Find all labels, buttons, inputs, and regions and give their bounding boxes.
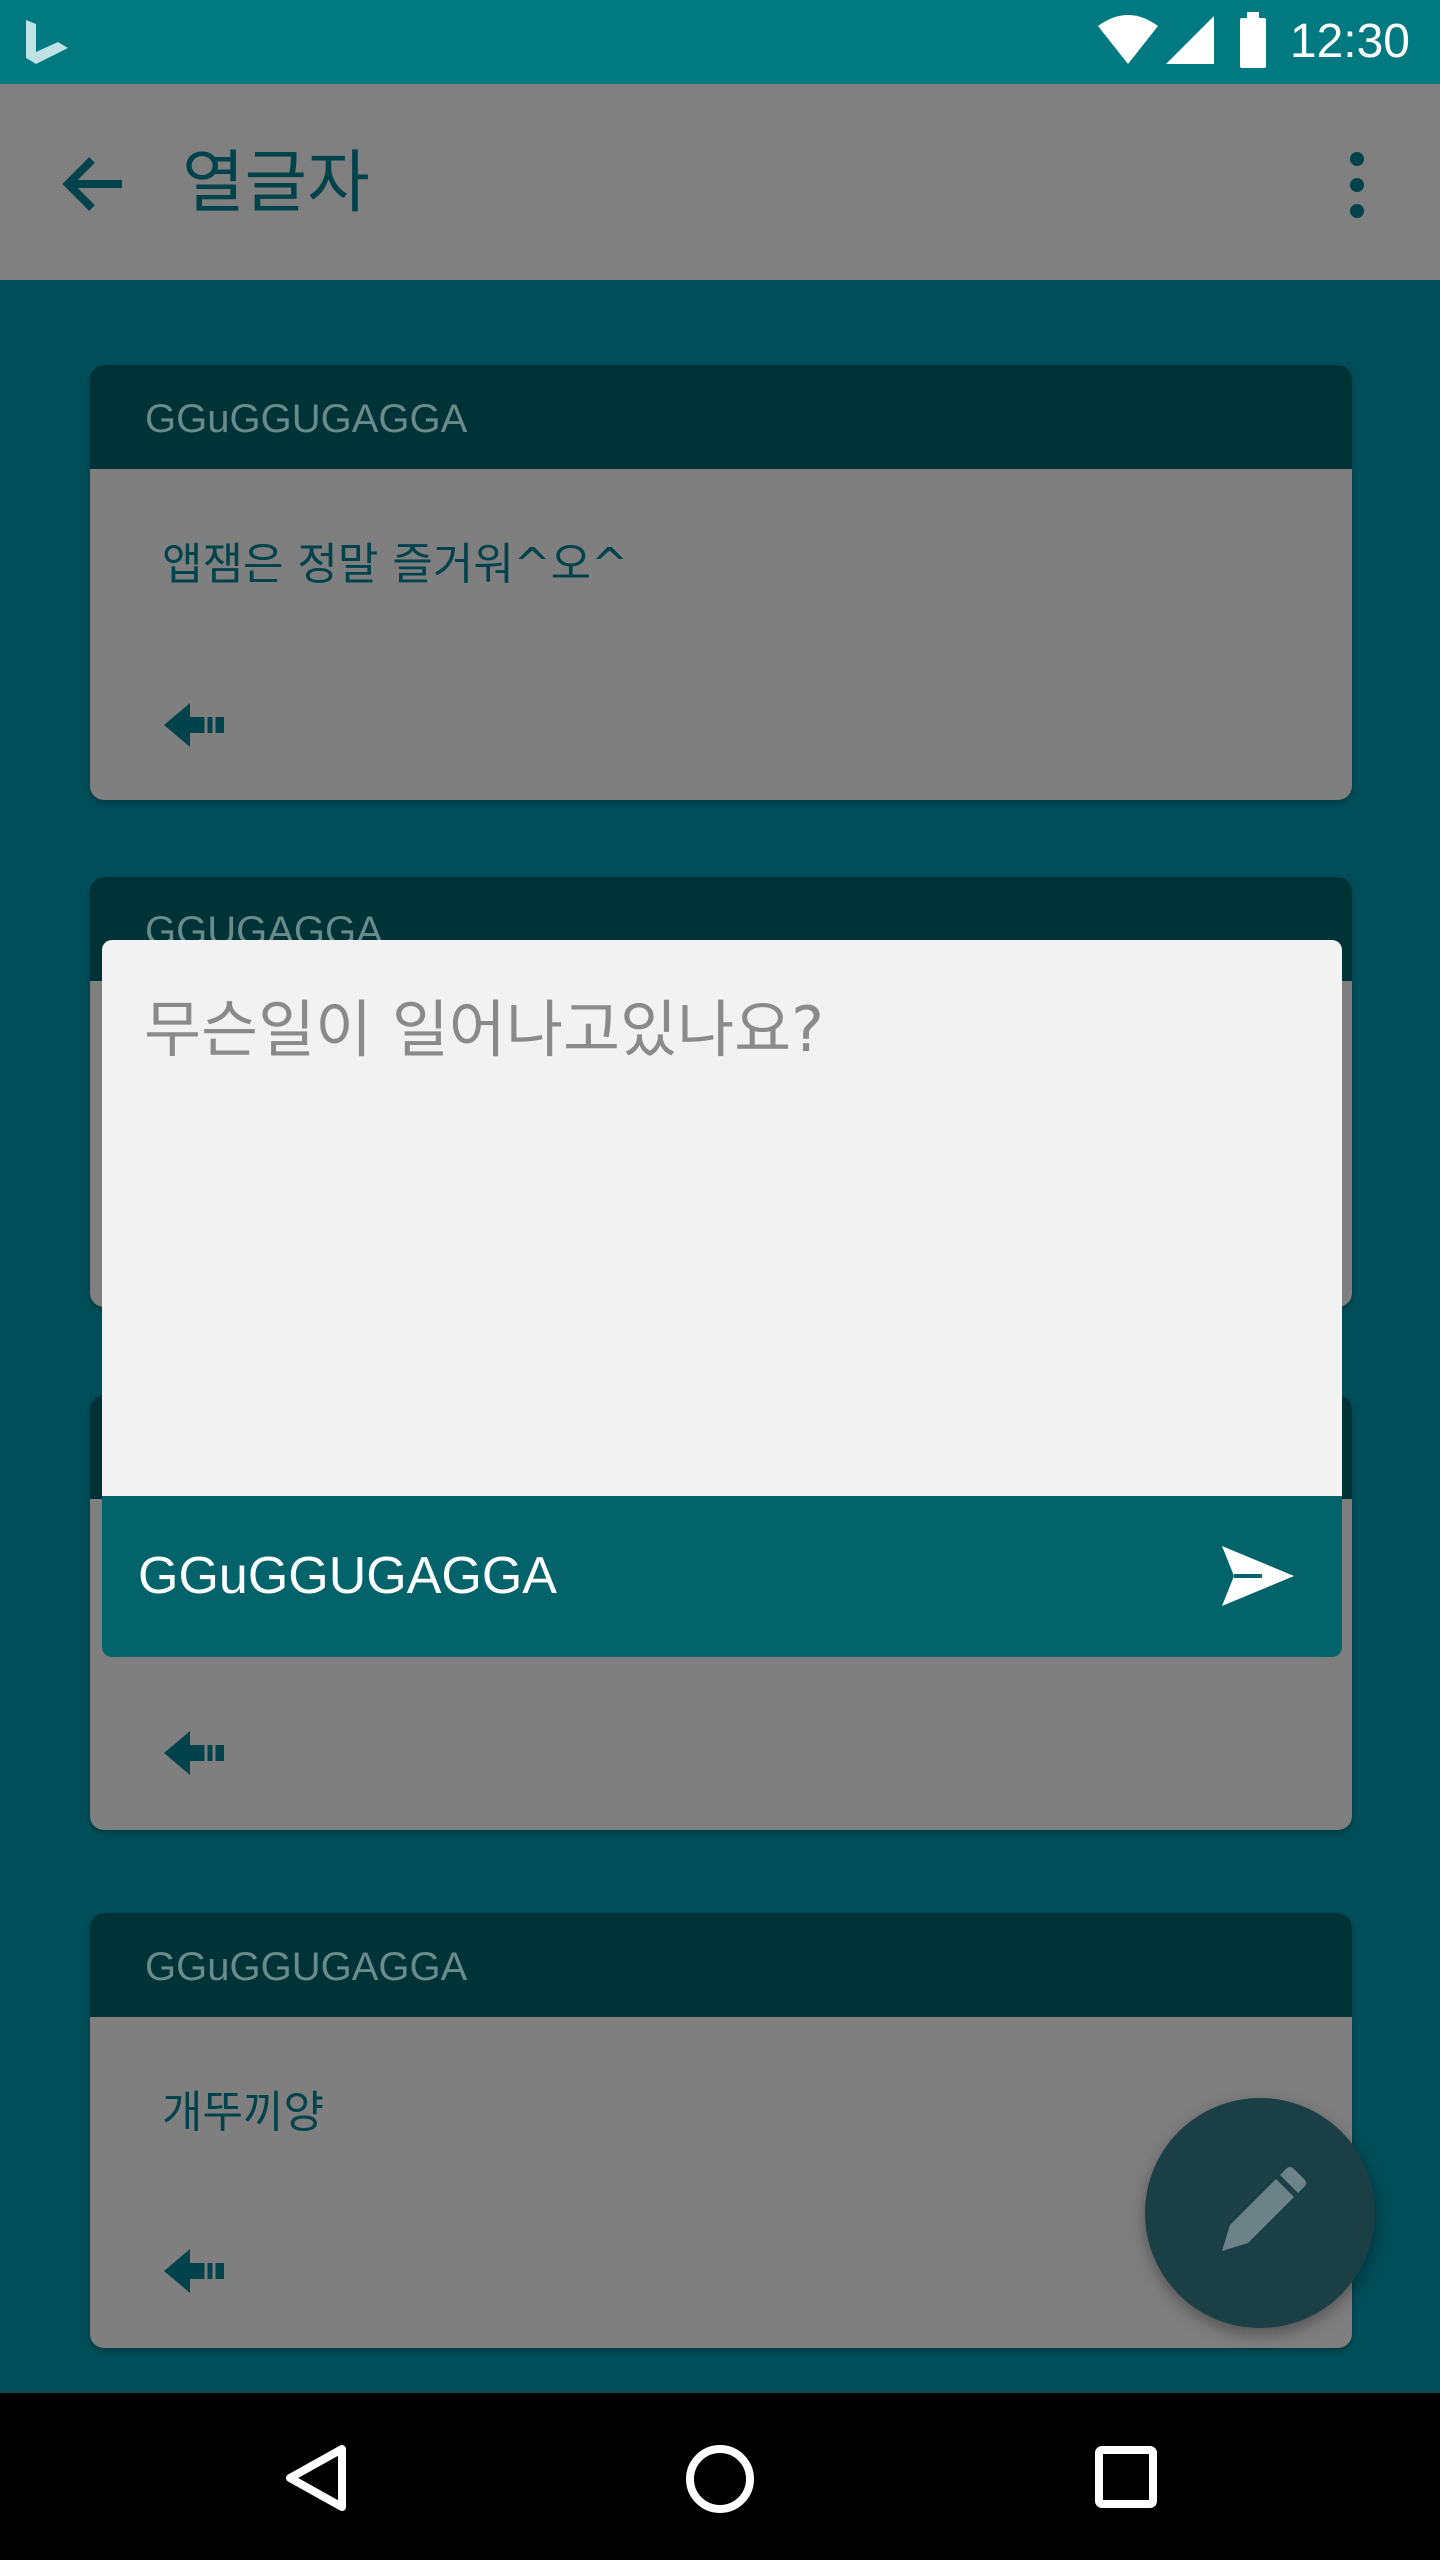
status-time: 12:30 [1289,15,1410,68]
signal-icon [1166,16,1214,64]
arrow-back-icon[interactable] [58,148,130,220]
post-text: 개뚜끼양 [162,2087,324,2138]
compose-input[interactable]: 무슨일이 일어나고있나요? [102,940,1342,1496]
post-author: GGuGGUGAGGA [145,397,468,441]
system-nav-bar [0,2390,1440,2560]
compose-footer: GGuGGUGAGGA [102,1496,1342,1657]
pencil-icon [1222,2167,1306,2251]
compose-fab-button[interactable] [1145,2098,1375,2328]
compose-dialog: 무슨일이 일어나고있나요? GGuGGUGAGGA [102,940,1342,1657]
status-bar: 12:30 [0,0,1440,84]
post-header: GGuGGUGAGGA [90,365,1352,469]
compose-placeholder: 무슨일이 일어나고있나요? [144,993,825,1066]
post-card: GGuGGUGAGGA 개뚜끼양 [90,1913,1352,2348]
recents-square-icon[interactable] [1094,2445,1158,2509]
reply-icon[interactable] [160,695,230,755]
reply-icon[interactable] [160,1723,230,1783]
post-text: 앱잼은 정말 즐거워^오^ [162,539,629,590]
compose-username: GGuGGUGAGGA [138,1547,557,1605]
send-icon[interactable] [1212,1536,1302,1616]
back-triangle-icon[interactable] [282,2443,348,2513]
post-card: GGuGGUGAGGA 앱잼은 정말 즐거워^오^ [90,365,1352,800]
post-header: GGuGGUGAGGA [90,1913,1352,2017]
page-title: 열글자 [182,144,370,223]
more-vert-icon[interactable] [1342,150,1372,220]
bing-logo-icon [26,20,68,64]
reply-icon[interactable] [160,2241,230,2301]
app-toolbar: 열글자 [0,84,1440,280]
wifi-icon [1098,15,1158,64]
battery-icon [1240,12,1266,68]
home-circle-icon[interactable] [684,2443,756,2515]
post-author: GGuGGUGAGGA [145,1945,468,1989]
